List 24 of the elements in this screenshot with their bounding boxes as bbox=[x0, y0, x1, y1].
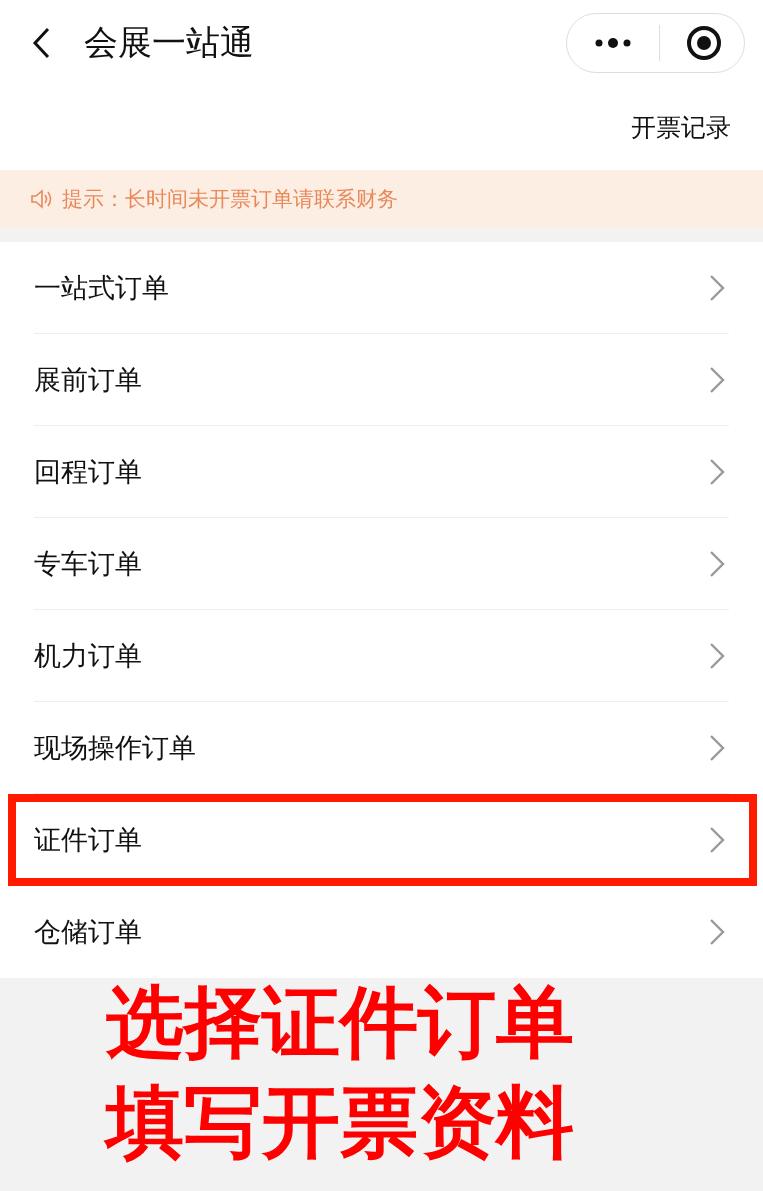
chevron-icon bbox=[709, 549, 725, 578]
order-item[interactable]: 回程订单 bbox=[0, 426, 763, 518]
order-item[interactable]: 一站式订单 bbox=[0, 242, 763, 334]
more-icon[interactable] bbox=[593, 36, 633, 49]
chevron-icon bbox=[709, 641, 725, 670]
back-icon[interactable] bbox=[32, 26, 50, 59]
order-item[interactable]: 专车订单 bbox=[0, 518, 763, 610]
order-item[interactable]: 展前订单 bbox=[0, 334, 763, 426]
invoice-records-link[interactable]: 开票记录 bbox=[631, 111, 731, 144]
speaker-icon bbox=[30, 189, 54, 209]
page-title: 会展一站通 bbox=[84, 20, 255, 64]
close-icon[interactable] bbox=[686, 24, 722, 61]
annotation-caption: 选择证件订单 bbox=[106, 976, 575, 1069]
notice-text: 提示：长时间未开票订单请联系财务 bbox=[62, 186, 398, 213]
order-item[interactable]: 证件订单 bbox=[0, 794, 763, 886]
chevron-icon bbox=[709, 457, 725, 486]
chevron-icon bbox=[709, 825, 725, 854]
chevron-icon bbox=[709, 365, 725, 394]
order-item[interactable]: 仓储订单 bbox=[0, 886, 763, 978]
chevron-icon bbox=[709, 918, 725, 946]
order-item[interactable]: 现场操作订单 bbox=[0, 702, 763, 794]
chevron-icon bbox=[709, 733, 725, 762]
chevron-icon bbox=[709, 273, 725, 302]
order-item[interactable]: 机力订单 bbox=[0, 610, 763, 702]
